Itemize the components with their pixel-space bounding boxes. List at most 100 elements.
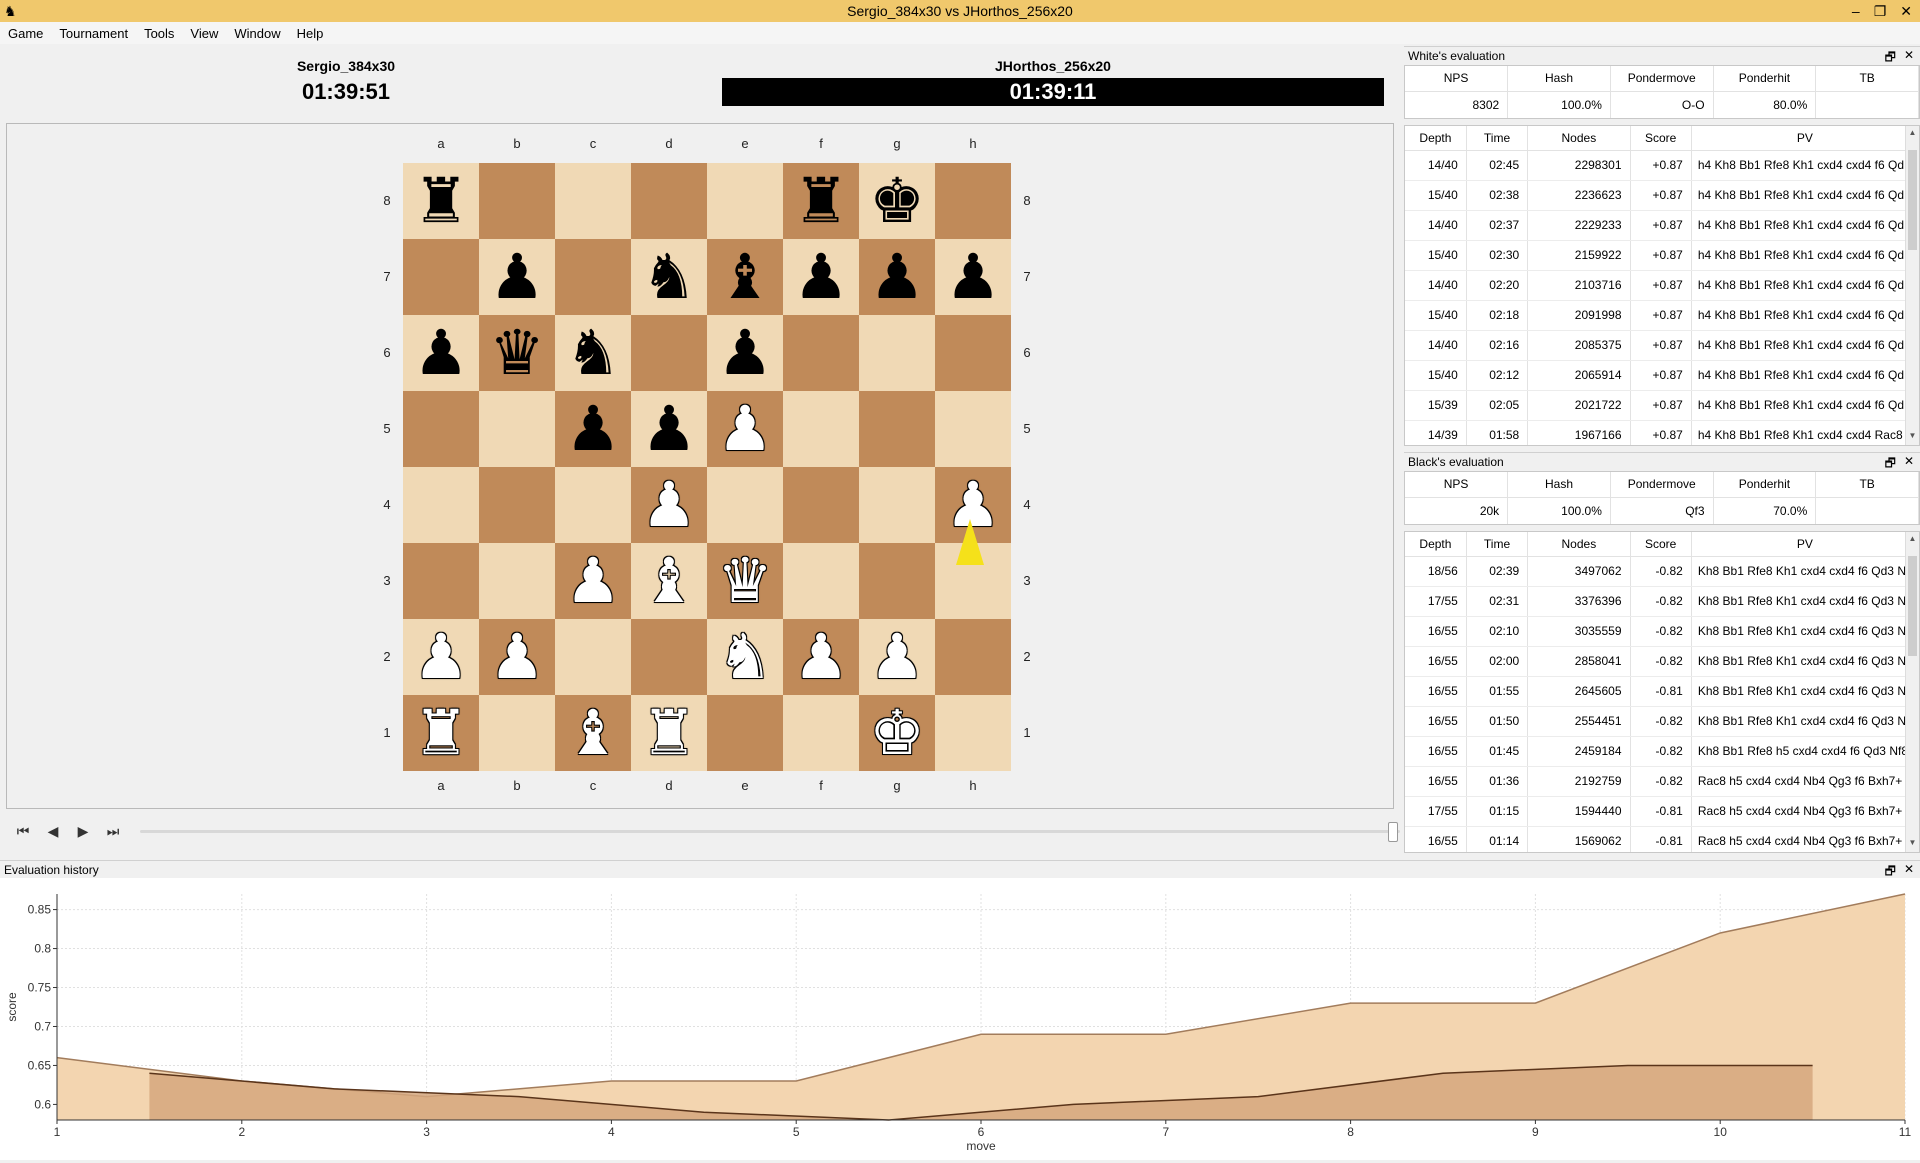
square-f5[interactable] [783, 391, 859, 467]
pv-column-header[interactable]: PV [1691, 126, 1919, 151]
white-pawn-icon[interactable]: ♟ [793, 626, 849, 688]
scrollbar-thumb[interactable] [1908, 150, 1917, 250]
pv-row[interactable]: 16/55 02:00 2858041 -0.82 Kh8 Bb1 Rfe8 Kh1 c… [1405, 646, 1919, 677]
square-b2[interactable]: ♟ [479, 619, 555, 695]
pv-row[interactable]: 16/55 01:50 2554451 -0.82 Kh8 Bb1 Rfe8 Kh1 c… [1405, 706, 1919, 737]
square-f6[interactable] [783, 315, 859, 391]
square-d7[interactable]: ♞ [631, 239, 707, 315]
square-b1[interactable] [479, 695, 555, 771]
square-e1[interactable] [707, 695, 783, 771]
square-f7[interactable]: ♟ [783, 239, 859, 315]
square-a7[interactable] [403, 239, 479, 315]
pv-row[interactable]: 18/56 02:39 3497062 -0.82 Kh8 Bb1 Rfe8 Kh1 c… [1405, 556, 1919, 587]
square-f3[interactable] [783, 543, 859, 619]
pv-row[interactable]: 15/40 02:18 2091998 +0.87 h4 Kh8 Bb1 Rfe8 Kh… [1405, 300, 1919, 331]
square-b6[interactable]: ♛ [479, 315, 555, 391]
black-pawn-icon[interactable]: ♟ [413, 322, 469, 384]
pv-row[interactable]: 16/55 01:45 2459184 -0.82 Kh8 Bb1 Rfe8 h5 cx… [1405, 736, 1919, 767]
square-f4[interactable] [783, 467, 859, 543]
scroll-down-icon[interactable]: ▼ [1906, 838, 1919, 850]
pv-column-header[interactable]: Depth [1405, 532, 1467, 557]
pv-column-header[interactable]: PV [1691, 532, 1919, 557]
square-e2[interactable]: ♞ [707, 619, 783, 695]
black-king-icon[interactable]: ♚ [869, 170, 925, 232]
square-c2[interactable] [555, 619, 631, 695]
black-rook-icon[interactable]: ♜ [793, 170, 849, 232]
white-bishop-icon[interactable]: ♝ [565, 702, 621, 764]
square-e3[interactable]: ♛ [707, 543, 783, 619]
pv-column-header[interactable]: Nodes [1527, 126, 1631, 151]
black-pawn-icon[interactable]: ♟ [793, 246, 849, 308]
minimize-button[interactable]: – [1852, 3, 1860, 19]
square-c6[interactable]: ♞ [555, 315, 631, 391]
pv-row[interactable]: 14/40 02:20 2103716 +0.87 h4 Kh8 Bb1 Rfe8 Kh… [1405, 270, 1919, 301]
square-h7[interactable]: ♟ [935, 239, 1011, 315]
square-a2[interactable]: ♟ [403, 619, 479, 695]
white-rook-icon[interactable]: ♜ [641, 702, 697, 764]
pv-row[interactable]: 16/55 01:55 2645605 -0.81 Kh8 Bb1 Rfe8 Kh1 c… [1405, 676, 1919, 707]
black-pawn-icon[interactable]: ♟ [717, 322, 773, 384]
square-g3[interactable] [859, 543, 935, 619]
white-king-icon[interactable]: ♚ [869, 702, 925, 764]
square-c4[interactable] [555, 467, 631, 543]
black-queen-icon[interactable]: ♛ [489, 322, 545, 384]
pv-row[interactable]: 15/40 02:38 2236623 +0.87 h4 Kh8 Bb1 Rfe8 Kh… [1405, 180, 1919, 211]
square-h1[interactable] [935, 695, 1011, 771]
chess-board[interactable]: ♜ ♜ ♚ ♟ ♞ ♝ ♟ ♟ ♟ ♟ ♛ ♞ ♟ ♟ ♟ ♟ ♟ ♟ ♟ ♝ ♛ ♟ ♟ ♞ ♟ ♟ ♜ ♝ ♜ ♚ [403, 163, 1011, 771]
square-d3[interactable]: ♝ [631, 543, 707, 619]
square-e8[interactable] [707, 163, 783, 239]
square-g8[interactable]: ♚ [859, 163, 935, 239]
square-a1[interactable]: ♜ [403, 695, 479, 771]
black-pawn-icon[interactable]: ♟ [565, 398, 621, 460]
move-slider-handle[interactable] [1388, 822, 1398, 842]
pv-row[interactable]: 14/40 02:37 2229233 +0.87 h4 Kh8 Bb1 Rfe8 Kh… [1405, 210, 1919, 241]
scroll-up-icon[interactable]: ▲ [1906, 128, 1919, 140]
next-move-button[interactable]: ▶ [68, 819, 98, 843]
square-g2[interactable]: ♟ [859, 619, 935, 695]
pv-row[interactable]: 17/55 01:15 1594440 -0.81 Rac8 h5 cxd4 cxd4 … [1405, 796, 1919, 827]
white-pawn-icon[interactable]: ♟ [565, 550, 621, 612]
pv-row[interactable]: 16/55 02:10 3035559 -0.82 Kh8 Bb1 Rfe8 Kh1 c… [1405, 616, 1919, 647]
square-h5[interactable] [935, 391, 1011, 467]
black-pawn-icon[interactable]: ♟ [869, 246, 925, 308]
pv-column-header[interactable]: Time [1466, 532, 1529, 557]
pv-row[interactable]: 17/55 02:31 3376396 -0.82 Kh8 Bb1 Rfe8 Kh1 c… [1405, 586, 1919, 617]
square-f8[interactable]: ♜ [783, 163, 859, 239]
black-pv-scrollbar[interactable]: ▲ ▼ [1905, 532, 1919, 852]
menu-tournament[interactable]: Tournament [51, 26, 136, 41]
square-d5[interactable]: ♟ [631, 391, 707, 467]
pv-column-header[interactable]: Time [1466, 126, 1529, 151]
white-pawn-icon[interactable]: ♟ [641, 474, 697, 536]
square-e4[interactable] [707, 467, 783, 543]
square-c3[interactable]: ♟ [555, 543, 631, 619]
menu-window[interactable]: Window [226, 26, 288, 41]
white-pawn-icon[interactable]: ♟ [869, 626, 925, 688]
move-slider[interactable] [140, 830, 1400, 833]
black-knight-icon[interactable]: ♞ [641, 246, 697, 308]
black-bishop-icon[interactable]: ♝ [717, 246, 773, 308]
white-pawn-icon[interactable]: ♟ [489, 626, 545, 688]
white-bishop-icon[interactable]: ♝ [641, 550, 697, 612]
square-b8[interactable] [479, 163, 555, 239]
square-g7[interactable]: ♟ [859, 239, 935, 315]
scrollbar-thumb[interactable] [1908, 556, 1917, 656]
pv-row[interactable]: 14/40 02:16 2085375 +0.87 h4 Kh8 Bb1 Rfe8 Kh… [1405, 330, 1919, 361]
square-d1[interactable]: ♜ [631, 695, 707, 771]
square-h6[interactable] [935, 315, 1011, 391]
square-c1[interactable]: ♝ [555, 695, 631, 771]
white-knight-icon[interactable]: ♞ [717, 626, 773, 688]
square-a5[interactable] [403, 391, 479, 467]
square-c8[interactable] [555, 163, 631, 239]
scroll-up-icon[interactable]: ▲ [1906, 534, 1919, 546]
white-pawn-icon[interactable]: ♟ [413, 626, 469, 688]
square-g1[interactable]: ♚ [859, 695, 935, 771]
last-move-button[interactable]: ⏭ [98, 819, 128, 843]
square-b4[interactable] [479, 467, 555, 543]
pv-column-header[interactable]: Nodes [1527, 532, 1631, 557]
square-d8[interactable] [631, 163, 707, 239]
square-e6[interactable]: ♟ [707, 315, 783, 391]
close-button[interactable]: ✕ [1900, 3, 1912, 20]
square-g4[interactable] [859, 467, 935, 543]
square-e5[interactable]: ♟ [707, 391, 783, 467]
pv-column-header[interactable]: Depth [1405, 126, 1467, 151]
